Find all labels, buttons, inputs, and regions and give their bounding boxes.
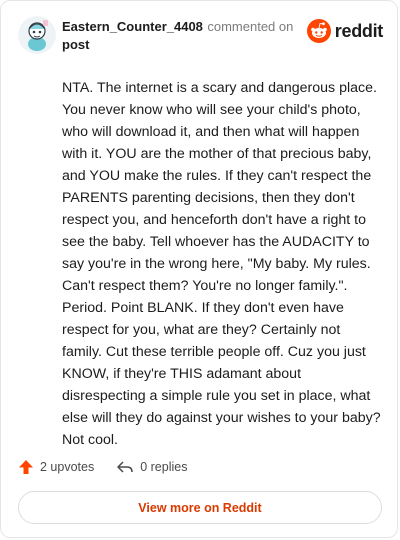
snoo-avatar-icon[interactable] — [18, 16, 56, 54]
comment-body: NTA. The internet is a scary and dangero… — [62, 80, 381, 448]
comment-actions: 2 upvotes 0 replies — [18, 455, 209, 479]
upvote-arrow-icon — [19, 460, 33, 474]
comment-meta: Eastern_Counter_4408 commented on post — [62, 18, 302, 53]
reddit-logo[interactable]: reddit — [306, 19, 384, 43]
comment-header: Eastern_Counter_4408 commented on post r… — [18, 16, 383, 56]
upvote-button[interactable]: 2 upvotes — [18, 459, 94, 475]
username[interactable]: Eastern_Counter_4408 — [62, 19, 203, 34]
view-more-button[interactable]: View more on Reddit — [18, 491, 382, 524]
post-link[interactable]: post — [62, 36, 302, 53]
reply-count: 0 replies — [140, 460, 188, 474]
reply-button[interactable]: 0 replies — [116, 459, 187, 475]
reddit-snoo-icon — [306, 19, 331, 43]
reddit-wordmark: reddit — [334, 20, 384, 41]
comment-card: Eastern_Counter_4408 commented on post r… — [0, 0, 398, 538]
commented-on-text: commented on — [207, 19, 294, 34]
reply-arrow-icon — [117, 461, 133, 473]
upvote-count: 2 upvotes — [40, 460, 95, 474]
